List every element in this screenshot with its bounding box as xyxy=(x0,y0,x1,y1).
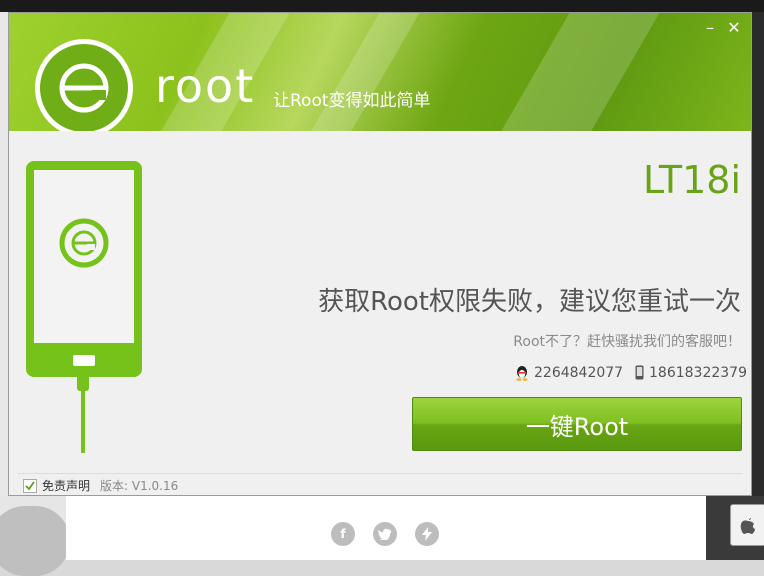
logo-wordmark: root xyxy=(155,59,256,113)
check-icon xyxy=(25,481,35,491)
mobile-phone-icon xyxy=(635,365,644,380)
phone-home-button xyxy=(73,355,95,366)
banner-stripe xyxy=(477,13,671,131)
lightning-icon[interactable] xyxy=(415,522,439,546)
minimize-button[interactable]: – xyxy=(699,17,721,37)
root-fail-message: 获取Root权限失败，建议您重试一次 xyxy=(318,287,741,317)
tagline: 让Root变得如此简单 xyxy=(273,91,431,111)
version-label: 版本: V1.0.16 xyxy=(100,479,179,493)
phone-contact[interactable]: 18618322379 xyxy=(635,365,747,380)
desktop-blob xyxy=(0,506,70,576)
phone-screen xyxy=(34,170,134,343)
footer: 免责声明 版本: V1.0.16 xyxy=(23,479,178,493)
banner-stripe xyxy=(287,13,431,131)
phone-illustration xyxy=(26,161,142,377)
twitter-icon[interactable] xyxy=(373,522,397,546)
qq-penguin-icon xyxy=(515,365,529,381)
disclaimer-checkbox[interactable] xyxy=(23,479,37,493)
eroot-window: root 让Root变得如此简单 – ✕ LT18i 获取Root权限失败，建议… xyxy=(8,12,752,496)
desktop-left-strip xyxy=(0,12,8,560)
eroot-logo-icon xyxy=(35,39,133,131)
desktop-top-strip xyxy=(0,0,764,12)
usb-connector xyxy=(77,377,89,391)
close-button[interactable]: ✕ xyxy=(723,17,745,37)
device-model: LT18i xyxy=(642,158,741,202)
footer-divider xyxy=(17,473,743,474)
one-click-root-button[interactable]: 一键Root xyxy=(412,397,742,451)
phone-number: 18618322379 xyxy=(649,364,747,381)
phone-e-logo-icon xyxy=(59,218,109,268)
disclaimer-link[interactable]: 免责声明 xyxy=(42,480,90,492)
qq-number: 2264842077 xyxy=(534,365,624,381)
apple-icon[interactable] xyxy=(730,504,764,546)
facebook-icon[interactable]: f xyxy=(331,522,355,546)
header-banner: root 让Root变得如此简单 – ✕ xyxy=(9,13,751,131)
support-hint: Root不了？赶快骚扰我们的客服吧！ xyxy=(513,334,741,350)
qq-contact[interactable]: 2264842077 xyxy=(515,365,623,381)
